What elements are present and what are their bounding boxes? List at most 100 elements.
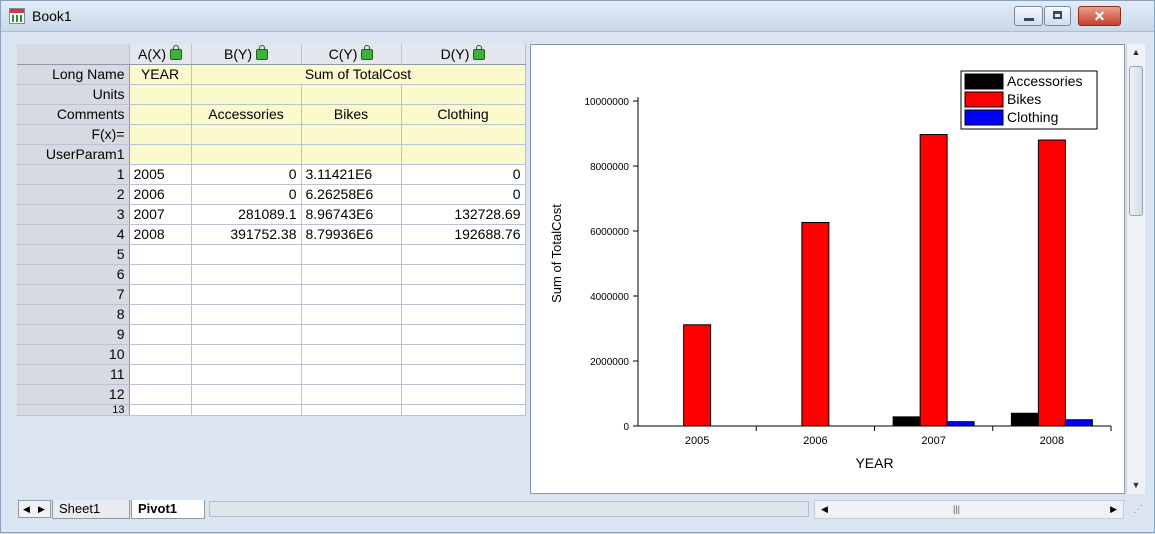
row-number[interactable]: 12 (17, 384, 130, 405)
long-name-cell-a[interactable]: YEAR (129, 64, 192, 85)
row-number[interactable]: 5 (17, 244, 130, 265)
data-cell[interactable] (301, 244, 402, 265)
data-cell[interactable]: 2005 (129, 164, 192, 185)
data-cell[interactable] (191, 324, 302, 345)
data-cell[interactable] (129, 364, 192, 385)
row-number[interactable]: 6 (17, 264, 130, 285)
row-label-long-name[interactable]: Long Name (17, 64, 130, 85)
chart-legend[interactable]: Accessories Bikes Clothing (960, 70, 1098, 130)
data-cell[interactable] (191, 384, 302, 405)
column-header-c[interactable]: C(Y) (301, 44, 402, 65)
units-cell-d[interactable] (401, 84, 526, 105)
data-cell[interactable]: 192688.76 (401, 224, 526, 245)
data-cell[interactable] (401, 404, 526, 416)
close-button[interactable]: ✕ (1078, 6, 1121, 26)
row-number[interactable]: 8 (17, 304, 130, 325)
row-number[interactable]: 13 (17, 404, 130, 416)
long-name-cell-bcd[interactable]: Sum of TotalCost (191, 64, 526, 85)
data-cell[interactable] (191, 264, 302, 285)
minimize-button[interactable] (1014, 6, 1043, 26)
data-cell[interactable] (191, 344, 302, 365)
data-cell[interactable]: 0 (401, 164, 526, 185)
tab-prev-icon[interactable]: ◀ (19, 501, 34, 517)
scroll-left-arrow-icon[interactable]: ◀ (821, 501, 828, 518)
data-cell[interactable] (301, 404, 402, 416)
data-cell[interactable] (129, 384, 192, 405)
row-number[interactable]: 3 (17, 204, 130, 225)
row-number[interactable]: 11 (17, 364, 130, 385)
title-bar[interactable]: Book1 ✕ (1, 1, 1154, 32)
data-cell[interactable]: 281089.1 (191, 204, 302, 225)
data-cell[interactable] (191, 244, 302, 265)
fx-cell[interactable] (191, 124, 302, 145)
data-cell[interactable] (301, 284, 402, 305)
data-cell[interactable] (401, 384, 526, 405)
data-cell[interactable]: 0 (401, 184, 526, 205)
userparam-cell[interactable] (301, 144, 402, 165)
row-number[interactable]: 10 (17, 344, 130, 365)
data-cell[interactable]: 6.26258E6 (301, 184, 402, 205)
data-cell[interactable] (301, 364, 402, 385)
row-label-fx[interactable]: F(x)= (17, 124, 130, 145)
data-cell[interactable]: 132728.69 (401, 204, 526, 225)
data-cell[interactable]: 2008 (129, 224, 192, 245)
data-cell[interactable]: 391752.38 (191, 224, 302, 245)
data-cell[interactable]: 8.79936E6 (301, 224, 402, 245)
fx-cell[interactable] (301, 124, 402, 145)
data-cell[interactable] (129, 344, 192, 365)
data-cell[interactable] (401, 244, 526, 265)
tab-sheet1[interactable]: Sheet1 (52, 500, 130, 519)
sheet-tab-navigation[interactable]: ◀ ▶ (18, 500, 51, 518)
data-cell[interactable] (129, 404, 192, 416)
data-cell[interactable] (401, 304, 526, 325)
row-number[interactable]: 9 (17, 324, 130, 345)
data-cell[interactable]: 3.11421E6 (301, 164, 402, 185)
row-number[interactable]: 2 (17, 184, 130, 205)
data-cell[interactable] (191, 404, 302, 416)
data-cell[interactable] (129, 264, 192, 285)
row-number[interactable]: 7 (17, 284, 130, 305)
data-cell[interactable] (129, 304, 192, 325)
data-cell[interactable] (301, 384, 402, 405)
horizontal-scroll-thumb[interactable]: ||| (953, 501, 960, 518)
vertical-scroll-thumb[interactable] (1129, 66, 1143, 216)
column-header-d[interactable]: D(Y) (401, 44, 526, 65)
data-cell[interactable]: 2007 (129, 204, 192, 225)
userparam-cell[interactable] (129, 144, 192, 165)
tab-area-splitter[interactable] (209, 501, 809, 517)
units-cell-b[interactable] (191, 84, 302, 105)
data-cell[interactable] (401, 264, 526, 285)
row-label-units[interactable]: Units (17, 84, 130, 105)
scroll-up-arrow-icon[interactable]: ▲ (1127, 44, 1145, 61)
data-cell[interactable] (401, 344, 526, 365)
data-cell[interactable]: 0 (191, 164, 302, 185)
comments-cell-b[interactable]: Accessories (191, 104, 302, 125)
comments-cell-c[interactable]: Bikes (301, 104, 402, 125)
tab-next-icon[interactable]: ▶ (34, 501, 49, 517)
horizontal-scrollbar[interactable]: ◀ ||| ▶ (814, 500, 1124, 519)
data-cell[interactable] (301, 324, 402, 345)
vertical-scrollbar[interactable]: ▲ ▼ (1126, 44, 1145, 494)
data-cell[interactable] (191, 284, 302, 305)
data-cell[interactable] (191, 364, 302, 385)
units-cell-a[interactable] (129, 84, 192, 105)
data-cell[interactable]: 2006 (129, 184, 192, 205)
data-cell[interactable] (401, 284, 526, 305)
scroll-right-arrow-icon[interactable]: ▶ (1110, 501, 1117, 518)
data-cell[interactable] (301, 304, 402, 325)
column-header-b[interactable]: B(Y) (191, 44, 302, 65)
row-number[interactable]: 1 (17, 164, 130, 185)
userparam-cell[interactable] (191, 144, 302, 165)
embedded-graph[interactable]: 0 2000000 4000000 6000000 8000000 10000000 20… (530, 44, 1125, 494)
tab-pivot1[interactable]: Pivot1 (131, 500, 205, 519)
comments-cell-d[interactable]: Clothing (401, 104, 526, 125)
data-cell[interactable]: 0 (191, 184, 302, 205)
userparam-cell[interactable] (401, 144, 526, 165)
row-label-userparam[interactable]: UserParam1 (17, 144, 130, 165)
resize-grip-icon[interactable]: ⋰ (1128, 502, 1143, 517)
row-label-comments[interactable]: Comments (17, 104, 130, 125)
data-cell[interactable]: 8.96743E6 (301, 204, 402, 225)
units-cell-c[interactable] (301, 84, 402, 105)
data-cell[interactable] (401, 364, 526, 385)
data-cell[interactable] (301, 344, 402, 365)
